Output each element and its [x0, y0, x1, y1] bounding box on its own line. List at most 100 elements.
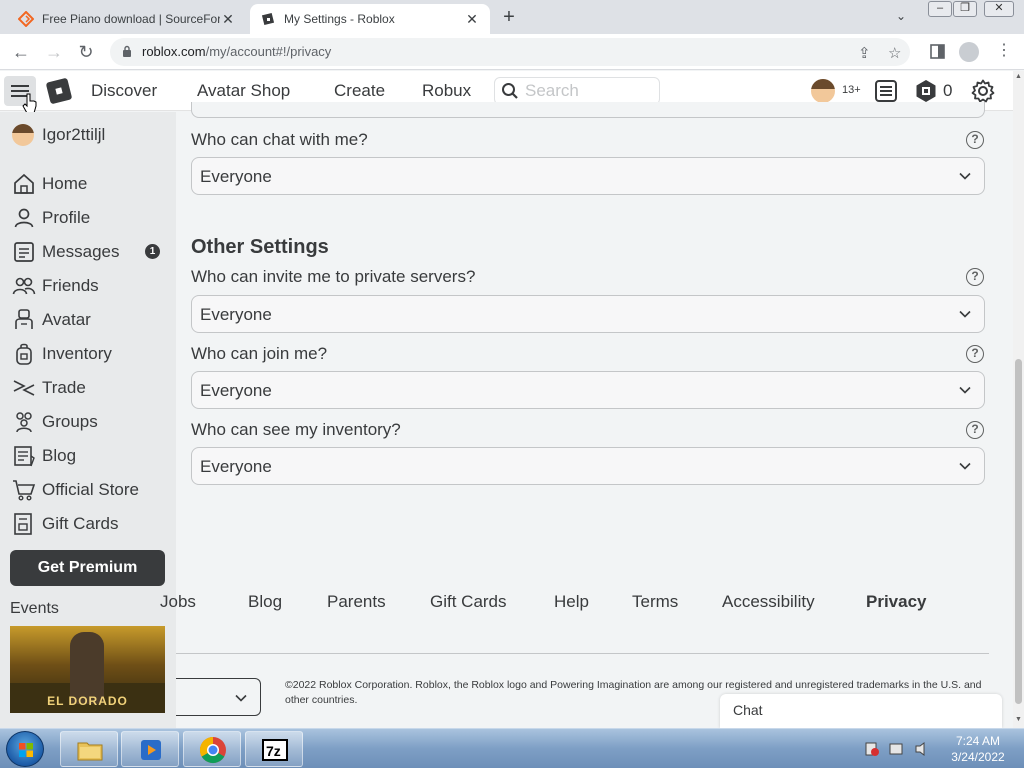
nav-discover[interactable]: Discover [91, 81, 157, 101]
taskbar-file-explorer[interactable] [60, 731, 118, 767]
start-button[interactable] [6, 731, 44, 767]
nav-avatar-shop[interactable]: Avatar Shop [197, 81, 290, 101]
sidebar-item-trade[interactable]: Trade [12, 375, 172, 401]
taskbar-media-player[interactable] [121, 731, 179, 767]
system-tray-icons[interactable] [862, 740, 942, 758]
event-banner-text: EL DORADO [47, 694, 128, 708]
close-window-button[interactable]: ✕ [984, 1, 1014, 17]
groups-icon [16, 412, 32, 433]
close-tab-icon[interactable]: ✕ [220, 11, 236, 28]
scroll-down-arrow-icon[interactable]: ▼ [1015, 716, 1022, 723]
nav-robux[interactable]: Robux [422, 81, 471, 101]
maximize-button[interactable]: ❐ [953, 1, 977, 17]
sidebar-user[interactable]: Igor2ttiljl [12, 124, 105, 146]
footer-link-parents[interactable]: Parents [327, 592, 386, 612]
search-input[interactable] [525, 81, 655, 101]
sidebar-item-inventory[interactable]: Inventory [12, 341, 172, 367]
search-box[interactable] [494, 77, 660, 105]
browser-tab-bar: Free Piano download | SourceFor ✕ My Set… [0, 0, 1024, 34]
url-host: roblox.com [142, 44, 206, 59]
nav-create[interactable]: Create [334, 81, 385, 101]
scroll-up-arrow-icon[interactable]: ▲ [1015, 73, 1022, 80]
sidebar-item-home[interactable]: Home [12, 171, 172, 197]
avatar-thumbnail[interactable] [811, 79, 835, 103]
sidebar-item-friends[interactable]: Friends [12, 273, 172, 299]
search-icon [502, 83, 518, 99]
share-icon[interactable]: ⇪ [858, 44, 871, 62]
robux-icon[interactable] [914, 79, 938, 103]
chevron-down-icon [959, 386, 971, 394]
sidebar-item-groups[interactable]: Groups [12, 409, 172, 435]
sidebar-item-official-store[interactable]: Official Store [12, 477, 172, 503]
footer-divider [176, 653, 989, 654]
page-scrollbar[interactable]: ▲ ▼ [1013, 71, 1024, 728]
taskbar-chrome[interactable] [183, 731, 241, 767]
footer-link-jobs[interactable]: Jobs [160, 592, 196, 612]
previous-dropdown-edge[interactable] [191, 102, 985, 118]
help-icon[interactable]: ? [966, 345, 984, 363]
7zip-icon: 7z [262, 739, 288, 761]
trade-icon [13, 380, 35, 396]
browser-menu-icon[interactable]: ⋮ [996, 40, 1012, 60]
taskbar-clock[interactable]: 7:24 AM 3/24/2022 [938, 733, 1018, 765]
taskbar-7zip[interactable]: 7z [245, 731, 303, 767]
forward-arrow-icon[interactable]: → [42, 40, 66, 64]
sidebar-item-messages[interactable]: Messages 1 [12, 239, 172, 265]
chat-privacy-select[interactable]: Everyone [191, 157, 985, 195]
profile-icon [14, 208, 34, 228]
sidebar-item-label: Inventory [42, 344, 112, 363]
private-servers-value: Everyone [200, 305, 272, 324]
roblox-logo-icon[interactable] [45, 77, 73, 105]
get-premium-button[interactable]: Get Premium [10, 550, 165, 586]
notifications-list-icon[interactable] [874, 79, 898, 103]
footer-link-accessibility[interactable]: Accessibility [722, 592, 815, 612]
chevron-down-icon [959, 462, 971, 470]
sidebar-item-gift-cards[interactable]: Gift Cards [12, 511, 172, 537]
side-panel-icon[interactable] [930, 44, 945, 59]
help-icon[interactable]: ? [966, 421, 984, 439]
chat-bar[interactable]: Chat [720, 694, 1002, 728]
footer-link-privacy[interactable]: Privacy [866, 592, 927, 612]
join-me-label: Who can join me? [191, 344, 328, 363]
footer-link-gift-cards[interactable]: Gift Cards [430, 592, 507, 612]
help-icon[interactable]: ? [966, 268, 984, 286]
footer-link-terms[interactable]: Terms [632, 592, 678, 612]
help-icon[interactable]: ? [966, 131, 984, 149]
new-tab-button[interactable]: + [498, 6, 520, 29]
sidebar-item-label: Friends [42, 276, 99, 295]
tab-sourceforge[interactable]: Free Piano download | SourceFor ✕ [8, 4, 246, 34]
footer-link-blog[interactable]: Blog [248, 592, 282, 612]
messages-icon [14, 242, 34, 262]
inventory-visibility-select[interactable]: Everyone [191, 447, 985, 485]
sidebar-item-label: Messages [42, 242, 120, 261]
private-servers-label: Who can invite me to private servers? [191, 267, 476, 286]
tab-roblox-settings[interactable]: My Settings - Roblox ✕ [250, 4, 490, 34]
browser-profile-icon[interactable] [959, 42, 979, 62]
settings-gear-icon[interactable] [971, 79, 995, 103]
chat-label: Chat [733, 702, 763, 718]
close-tab-icon[interactable]: ✕ [464, 11, 480, 28]
left-sidebar: Igor2ttiljl Home Profile Messages 1 Frie… [0, 112, 176, 728]
clock-date: 3/24/2022 [951, 750, 1005, 764]
private-servers-select[interactable]: Everyone [191, 295, 985, 333]
tab-search-chevron-icon[interactable]: ⌄ [896, 9, 906, 23]
join-me-value: Everyone [200, 381, 272, 400]
sidebar-item-avatar[interactable]: Avatar [12, 307, 172, 333]
scrollbar-thumb[interactable] [1015, 359, 1022, 704]
join-me-select[interactable]: Everyone [191, 371, 985, 409]
bookmark-star-icon[interactable]: ☆ [888, 44, 901, 62]
event-banner[interactable]: EL DORADO [10, 626, 165, 713]
chat-setting-label: Who can chat with me? [191, 130, 368, 149]
sidebar-item-blog[interactable]: Blog [12, 443, 172, 469]
url-field[interactable]: roblox.com/my/account#!/privacy ⇪ ☆ [110, 38, 910, 66]
language-select[interactable] [176, 678, 261, 716]
back-arrow-icon[interactable]: ← [9, 40, 33, 64]
footer-link-help[interactable]: Help [554, 592, 589, 612]
gift-cards-icon [14, 513, 32, 535]
media-player-icon [141, 740, 161, 760]
reload-icon[interactable]: ↻ [74, 40, 98, 64]
sidebar-item-profile[interactable]: Profile [12, 205, 172, 231]
chrome-icon [199, 736, 226, 764]
minimize-button[interactable]: – [928, 1, 952, 17]
folder-icon [77, 742, 103, 761]
